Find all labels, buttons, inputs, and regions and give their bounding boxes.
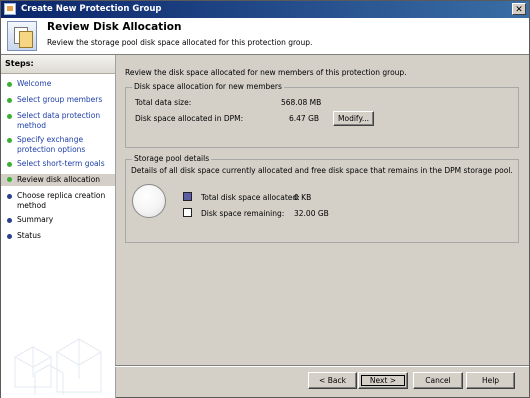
protection-group-icon [7,21,37,51]
footer-separator [115,365,529,367]
step-complete-icon [7,98,12,103]
storage-pool-group-title: Storage pool details [132,154,212,163]
next-button[interactable]: Next > [358,372,408,389]
allocation-group-title: Disk space allocation for new members [132,82,284,91]
step-complete-icon [7,138,12,143]
step-label: Choose replica creation method [17,191,106,210]
step-welcome[interactable]: Welcome [7,79,111,89]
storage-pool-description: Details of all disk space currently allo… [131,166,513,175]
step-label: Select data protection method [17,111,101,130]
help-button[interactable]: Help [466,372,515,389]
step-label: Specify exchange protection options [17,135,86,154]
cancel-button[interactable]: Cancel [413,372,463,389]
page-title: Review Disk Allocation [47,21,182,33]
step-select-short-term-goals[interactable]: Select short-term goals [7,159,111,169]
total-data-size-value: 568.08 MB [281,98,322,107]
step-specify-exchange-options[interactable]: Specify exchange protection options [7,135,111,155]
total-allocated-label: Total disk space allocated: [201,193,300,202]
remaining-color-swatch [183,208,192,217]
step-summary: Summary [7,215,111,225]
title-bar[interactable]: Create New Protection Group ✕ [1,1,529,18]
intro-text: Review the disk space allocated for new … [125,68,407,77]
step-label: Review disk allocation [17,175,101,184]
disk-allocated-value: 6.47 GB [289,114,320,123]
allocated-color-swatch [183,192,192,201]
disk-remaining-label: Disk space remaining: [201,209,285,218]
window-title: Create New Protection Group [21,4,162,14]
disk-usage-pie-chart [132,184,166,218]
step-select-group-members[interactable]: Select group members [7,95,111,105]
step-pending-icon [7,218,12,223]
step-status: Status [7,231,111,241]
step-complete-icon [7,162,12,167]
step-label: Welcome [17,79,52,88]
step-pending-icon [7,194,12,199]
server-watermark-icon [14,338,102,395]
step-review-disk-allocation[interactable]: Review disk allocation [1,174,115,186]
wizard-window: Create New Protection Group ✕ Review Dis… [0,0,530,398]
step-select-data-protection-method[interactable]: Select data protection method [7,111,111,131]
page-subtitle: Review the storage pool disk space alloc… [47,38,313,47]
app-icon [4,3,16,15]
step-label: Select group members [17,95,103,104]
step-label: Select short-term goals [17,159,105,168]
disk-remaining-value: 32.00 GB [294,209,329,218]
step-choose-replica-creation-method: Choose replica creation method [7,191,111,211]
step-label: Summary [17,215,54,224]
disk-allocated-label: Disk space allocated in DPM: [135,114,244,123]
total-data-size-label: Total data size: [135,98,192,107]
back-button[interactable]: < Back [308,372,357,389]
step-current-icon [7,177,12,182]
step-pending-icon [7,234,12,239]
close-icon[interactable]: ✕ [512,3,526,15]
step-complete-icon [7,82,12,87]
modify-button[interactable]: Modify... [333,111,374,126]
step-label: Status [17,231,41,240]
steps-heading: Steps: [1,55,115,74]
step-complete-icon [7,114,12,119]
total-allocated-value: 0 KB [294,193,312,202]
wizard-header: Review Disk Allocation Review the storag… [1,18,529,55]
steps-panel: Steps: Welcome Select group members Sele… [1,55,116,398]
